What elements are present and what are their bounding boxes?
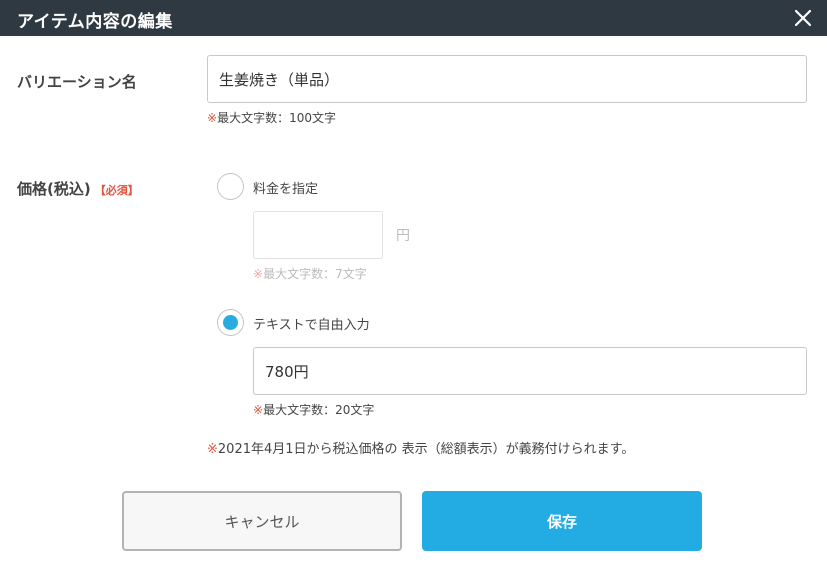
price-label: 価格(税込) [17,180,91,198]
radio-free-text[interactable] [217,309,244,336]
cancel-button[interactable]: キャンセル [122,491,402,551]
fixed-price-input[interactable] [253,211,383,259]
radio-fixed-price-label: 料金を指定 [253,182,319,197]
notice-mark: ※ [207,442,218,457]
radio-selected-dot [223,315,238,330]
notice-text: 2021年4月1日から税込価格の 表示（総額表示）が義務付けられます。 [217,442,635,457]
dialog-title: アイテム内容の編集 [17,12,173,32]
radio-fixed-price[interactable] [217,173,244,200]
free-text-price-input[interactable] [253,347,807,395]
hint-text: 最大文字数：7文字 [263,267,367,281]
radio-free-text-label: テキストで自由入力 [253,318,370,333]
variation-name-label: バリエーション名 [17,73,137,91]
price-label-row: 価格(税込) 【必須】 [17,178,139,199]
yen-unit-label: 円 [396,228,410,244]
hint-mark: ※ [253,403,264,417]
variation-name-hint: ※最大文字数：100文字 [207,109,336,126]
tax-notice: ※2021年4月1日から税込価格の 表示（総額表示）が義務付けられます。 [207,438,634,457]
hint-text: 最大文字数：100文字 [217,111,336,125]
close-icon[interactable] [791,6,815,30]
save-button[interactable]: 保存 [422,491,702,551]
hint-text: 最大文字数：20文字 [263,403,375,417]
hint-mark: ※ [253,267,264,281]
variation-name-input[interactable] [207,55,807,103]
fixed-price-hint: ※最大文字数：7文字 [253,265,367,282]
edit-item-dialog: アイテム内容の編集 バリエーション名 ※最大文字数：100文字 価格(税込)【必… [0,0,827,569]
required-badge: 【必須】 [94,184,139,197]
dialog-header: アイテム内容の編集 [0,0,827,36]
free-text-price-hint: ※最大文字数：20文字 [253,401,374,418]
hint-mark: ※ [207,111,218,125]
